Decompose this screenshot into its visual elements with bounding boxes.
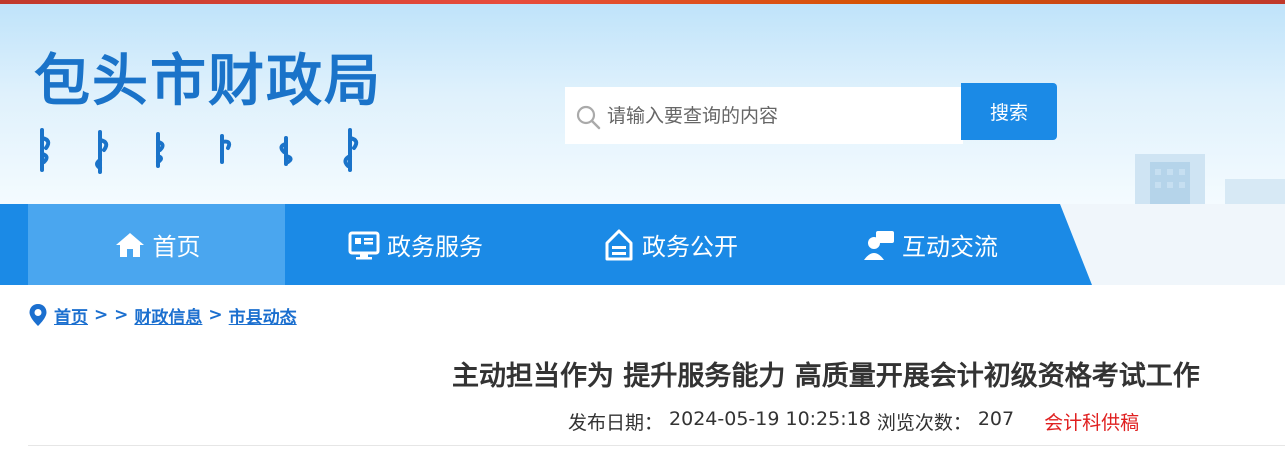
views-label: 浏览次数： bbox=[876, 412, 972, 434]
breadcrumb-separator: > bbox=[208, 305, 223, 325]
nav-item-label: 政务公开 bbox=[642, 233, 738, 261]
breadcrumb-city-county-news-link[interactable]: 市县动态 bbox=[229, 303, 297, 328]
nav-item-label: 首页 bbox=[152, 233, 201, 261]
publish-date: 2024-05-19 10:25:18 bbox=[669, 408, 871, 430]
article-title: 主动担当作为 提升服务能力 高质量开展会计初级资格考试工作 bbox=[452, 361, 1200, 392]
main-navbar: 首页 政务服务 政务公开 互动交流 bbox=[0, 204, 1285, 285]
search-icon bbox=[576, 105, 601, 130]
breadcrumb-finance-info-link[interactable]: 财政信息 bbox=[134, 303, 202, 328]
site-header: 包头市财政局 bbox=[0, 4, 1285, 204]
monitor-icon bbox=[348, 231, 380, 259]
article-meta: 发布日期： 2024-05-19 10:25:18 浏览次数： 207 会计科供… bbox=[568, 408, 1139, 435]
city-skyline-image bbox=[1135, 154, 1285, 204]
article-source: 会计科供稿 bbox=[1044, 412, 1140, 434]
nav-item-home[interactable]: 首页 bbox=[28, 204, 285, 285]
search-button[interactable]: 搜索 bbox=[961, 83, 1057, 140]
search-box bbox=[565, 87, 963, 144]
nav-item-services[interactable]: 政务服务 bbox=[300, 204, 530, 285]
open-tray-icon bbox=[605, 229, 633, 260]
nav-item-label: 互动交流 bbox=[902, 233, 998, 261]
search-input[interactable] bbox=[607, 87, 957, 144]
nav-item-label: 政务服务 bbox=[387, 233, 483, 261]
nav-item-disclosure[interactable]: 政务公开 bbox=[560, 204, 780, 285]
nav-item-interaction[interactable]: 互动交流 bbox=[820, 204, 1040, 285]
site-title: 包头市财政局 bbox=[34, 49, 382, 114]
divider bbox=[28, 445, 1285, 446]
breadcrumb-separator: > > bbox=[94, 305, 129, 325]
breadcrumb: 首页 > > 财政信息 > 市县动态 bbox=[28, 300, 297, 330]
breadcrumb-home-link[interactable]: 首页 bbox=[54, 303, 88, 328]
user-chat-icon bbox=[864, 230, 894, 260]
home-icon bbox=[115, 232, 144, 257]
mongolian-script-logo bbox=[40, 128, 359, 174]
location-pin-icon bbox=[29, 304, 47, 326]
views-count: 207 bbox=[977, 408, 1015, 430]
publish-date-label: 发布日期： bbox=[568, 412, 664, 434]
